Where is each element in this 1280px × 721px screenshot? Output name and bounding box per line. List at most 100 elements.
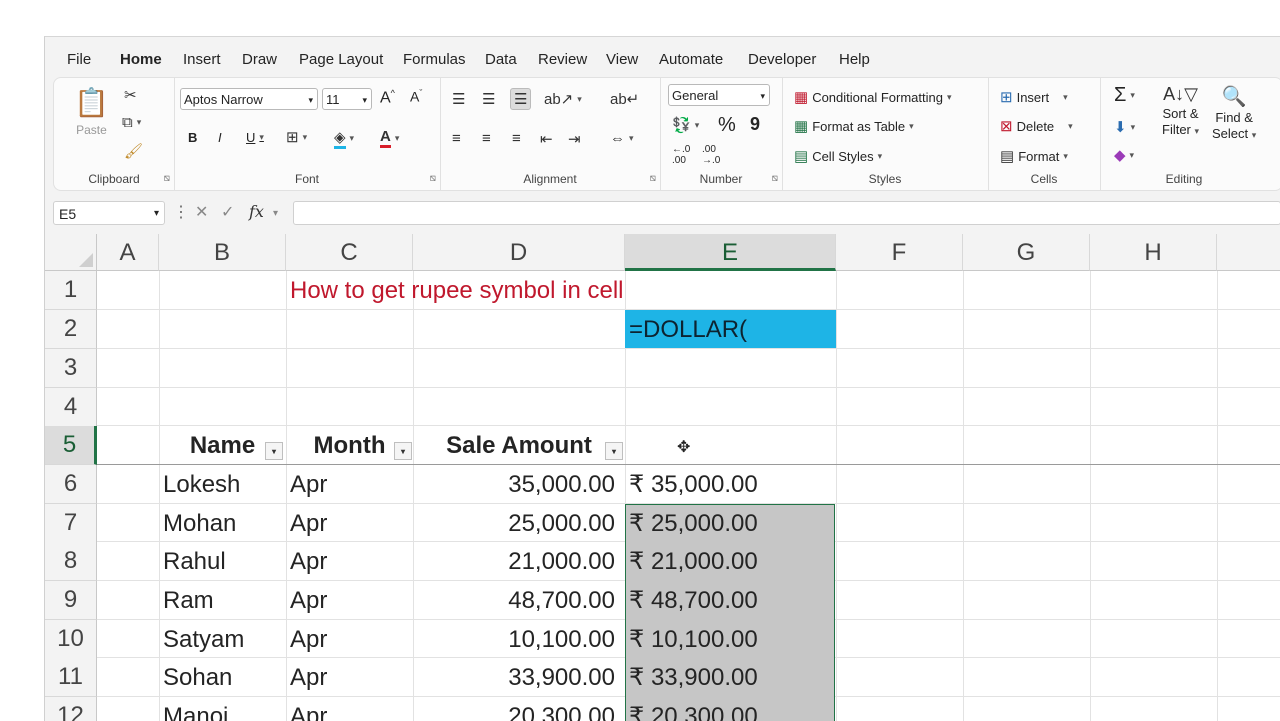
- fill-color-button[interactable]: ◈ ▾: [334, 128, 354, 149]
- cell-styles-button[interactable]: ▤ Cell Styles ▾: [794, 147, 882, 165]
- cell-amount[interactable]: 33,900.00: [413, 658, 615, 696]
- tab-draw[interactable]: Draw: [242, 51, 277, 68]
- filter-dropdown-icon[interactable]: ▾: [394, 442, 412, 460]
- middle-align-button[interactable]: ☰: [482, 90, 495, 108]
- row-header-9[interactable]: 9: [45, 581, 97, 620]
- borders-button[interactable]: ⊞ ▾: [286, 128, 307, 146]
- sheet-title[interactable]: How to get rupee symbol in cell: [290, 271, 624, 309]
- cell-amount[interactable]: 35,000.00: [413, 465, 615, 503]
- cell-month[interactable]: Apr: [290, 504, 327, 542]
- row-header-12[interactable]: 12: [45, 697, 97, 721]
- increase-indent-button[interactable]: ⇥: [568, 130, 581, 148]
- comma-style-button[interactable]: 9: [750, 114, 760, 135]
- decrease-indent-button[interactable]: ⇤: [540, 130, 553, 148]
- copy-button[interactable]: ⧉ ▾: [122, 114, 141, 131]
- cell-rupee[interactable]: ₹ 25,000.00: [629, 504, 758, 542]
- cell-name[interactable]: Satyam: [163, 620, 244, 658]
- font-name-select[interactable]: Aptos Narrow ▾: [180, 88, 318, 110]
- format-painter-button[interactable]: 🖌: [124, 142, 143, 160]
- cell-month[interactable]: Apr: [290, 465, 327, 503]
- name-box[interactable]: E5 ▾: [53, 201, 165, 225]
- decrease-decimal-button[interactable]: .00 →.0: [702, 144, 720, 166]
- cell-name[interactable]: Manoj: [163, 697, 228, 721]
- insert-function-icon[interactable]: fx: [249, 202, 264, 221]
- dialog-launcher-icon[interactable]: ⧅: [772, 173, 778, 184]
- cell-amount[interactable]: 20,300.00: [413, 697, 615, 721]
- column-header-i[interactable]: [1217, 234, 1280, 271]
- cell-amount[interactable]: 21,000.00: [413, 542, 615, 580]
- format-cells-button[interactable]: ▤ Format ▾: [1000, 147, 1068, 165]
- orientation-button[interactable]: ab↗ ▾: [544, 90, 582, 108]
- decrease-font-button[interactable]: Aˇ: [410, 88, 422, 105]
- column-header-a[interactable]: A: [97, 234, 159, 271]
- cell-month[interactable]: Apr: [290, 542, 327, 580]
- cell-name[interactable]: Ram: [163, 581, 214, 619]
- italic-button[interactable]: I: [218, 130, 222, 145]
- dialog-launcher-icon[interactable]: ⧅: [430, 173, 436, 184]
- formula-cell-e2[interactable]: =DOLLAR(: [625, 310, 836, 348]
- column-header-d[interactable]: D: [413, 234, 625, 271]
- tab-page-layout[interactable]: Page Layout: [299, 51, 383, 68]
- fill-button[interactable]: ⬇ ▾: [1114, 118, 1135, 136]
- cell-name[interactable]: Sohan: [163, 658, 232, 696]
- cell-month[interactable]: Apr: [290, 697, 327, 721]
- row-header-11[interactable]: 11: [45, 658, 97, 697]
- column-header-c[interactable]: C: [286, 234, 413, 271]
- merge-button[interactable]: ⇔ ▾: [610, 130, 634, 147]
- column-header-h[interactable]: H: [1090, 234, 1217, 271]
- row-header-2[interactable]: 2: [45, 310, 97, 349]
- cancel-icon[interactable]: ✕: [195, 202, 208, 222]
- filter-dropdown-icon[interactable]: ▾: [265, 442, 283, 460]
- cell-rupee[interactable]: ₹ 33,900.00: [629, 658, 758, 696]
- tab-review[interactable]: Review: [538, 51, 587, 68]
- sort-filter-button[interactable]: A↓▽ Sort & Filter ▾: [1162, 84, 1199, 137]
- accounting-format-button[interactable]: 💱 ▾: [672, 116, 699, 134]
- row-header-3[interactable]: 3: [45, 349, 97, 388]
- tab-view[interactable]: View: [606, 51, 638, 68]
- cell-rupee[interactable]: ₹ 20,300.00: [629, 697, 758, 721]
- cell-month[interactable]: Apr: [290, 620, 327, 658]
- cell-name[interactable]: Mohan: [163, 504, 236, 542]
- find-select-button[interactable]: 🔍 Find & Select ▾: [1212, 84, 1256, 141]
- tab-file[interactable]: File: [67, 51, 91, 68]
- wrap-text-button[interactable]: ab↵: [610, 90, 639, 108]
- column-header-b[interactable]: B: [159, 234, 286, 271]
- tab-formulas[interactable]: Formulas: [403, 51, 466, 68]
- align-left-button[interactable]: ≡: [452, 130, 461, 147]
- cell-amount[interactable]: 48,700.00: [413, 581, 615, 619]
- tab-insert[interactable]: Insert: [183, 51, 221, 68]
- cell-amount[interactable]: 25,000.00: [413, 504, 615, 542]
- number-format-select[interactable]: General ▾: [668, 84, 770, 106]
- increase-decimal-button[interactable]: ←.0.00: [672, 144, 690, 166]
- enter-check-icon[interactable]: ✓: [221, 202, 234, 222]
- cell-month[interactable]: Apr: [290, 658, 327, 696]
- cell-rupee[interactable]: ₹ 21,000.00: [629, 542, 758, 580]
- row-header-10[interactable]: 10: [45, 620, 97, 659]
- tab-help[interactable]: Help: [839, 51, 870, 68]
- header-name[interactable]: Name ▾: [159, 426, 286, 464]
- column-header-f[interactable]: F: [836, 234, 963, 271]
- tab-data[interactable]: Data: [485, 51, 517, 68]
- format-as-table-button[interactable]: ▦ Format as Table ▾: [794, 117, 914, 135]
- font-color-button[interactable]: A ▾: [380, 128, 399, 148]
- dialog-launcher-icon[interactable]: ⧅: [650, 173, 656, 184]
- delete-cells-button[interactable]: ⊠ Delete ▾: [1000, 117, 1073, 135]
- tab-developer[interactable]: Developer: [748, 51, 816, 68]
- bold-button[interactable]: B: [188, 130, 197, 145]
- column-header-g[interactable]: G: [963, 234, 1090, 271]
- align-center-button[interactable]: ≡: [482, 130, 491, 147]
- font-size-select[interactable]: 11 ▾: [322, 88, 372, 110]
- underline-button[interactable]: U ▾: [246, 130, 264, 145]
- row-header-1[interactable]: 1: [45, 271, 97, 310]
- row-header-4[interactable]: 4: [45, 388, 97, 427]
- cell-amount[interactable]: 10,100.00: [413, 620, 615, 658]
- cell-name[interactable]: Lokesh: [163, 465, 240, 503]
- increase-font-button[interactable]: A^: [380, 88, 395, 107]
- header-month[interactable]: Month ▾: [286, 426, 413, 464]
- paste-button[interactable]: 📋 Paste: [74, 86, 109, 137]
- dialog-launcher-icon[interactable]: ⧅: [164, 173, 170, 184]
- row-header-7[interactable]: 7: [45, 504, 97, 543]
- align-right-button[interactable]: ≡: [512, 130, 521, 147]
- clear-button[interactable]: ◆ ▾: [1114, 146, 1134, 164]
- column-header-e[interactable]: E: [625, 234, 836, 271]
